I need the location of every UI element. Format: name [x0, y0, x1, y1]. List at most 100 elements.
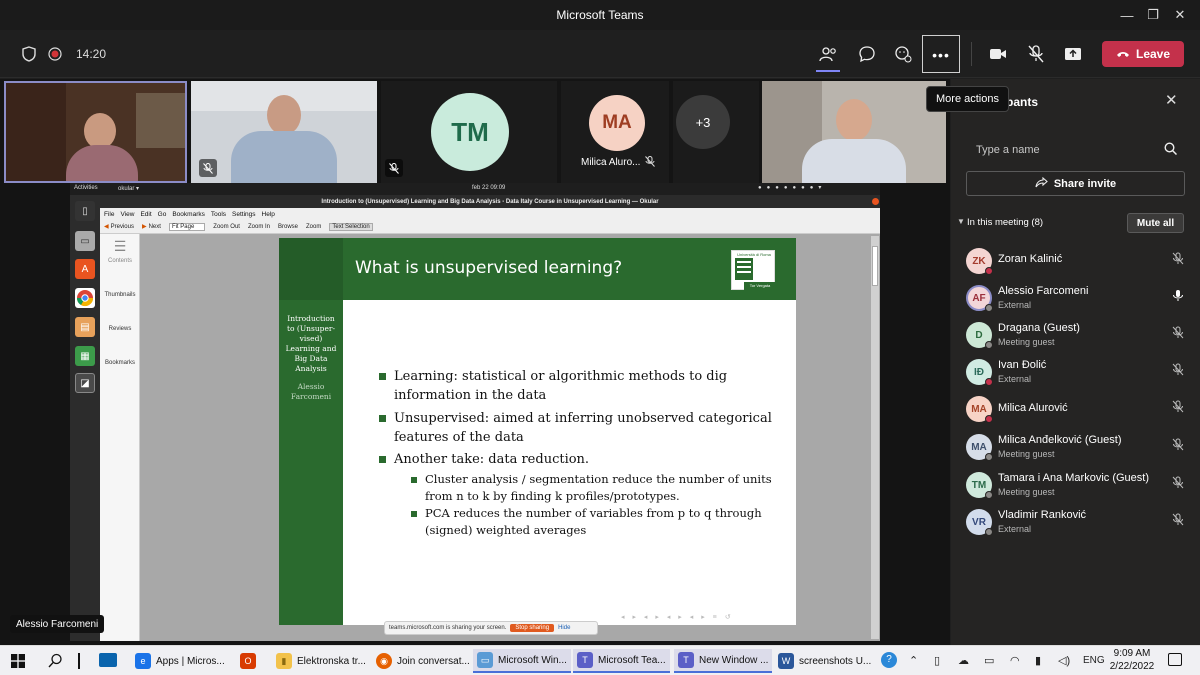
hide-button[interactable]: Hide — [558, 625, 570, 631]
mic-muted-icon[interactable] — [1172, 438, 1184, 454]
menu-edit[interactable]: Edit — [140, 211, 151, 218]
microphone-icon[interactable]: ▮ — [1035, 654, 1041, 667]
text-selection-button[interactable]: Text Selection — [329, 222, 373, 231]
files-icon[interactable]: ▭ — [75, 231, 95, 251]
mic-muted-icon[interactable] — [1172, 363, 1184, 379]
camera-icon[interactable] — [982, 38, 1014, 70]
mic-muted-icon[interactable] — [1172, 513, 1184, 529]
video-tile-avatar-ma[interactable]: MA Milica Aluro... — [561, 81, 669, 183]
chevron-up-icon[interactable]: ⌃ — [909, 654, 918, 667]
participant-row[interactable]: D Dragana (Guest) Meeting guest — [966, 319, 1186, 355]
taskbar-app-word[interactable]: W screenshots U... — [774, 649, 875, 673]
subbullet-1: Cluster analysis / segmentation reduce t… — [411, 471, 772, 505]
search-icon[interactable] — [48, 653, 63, 673]
menu-tools[interactable]: Tools — [211, 211, 226, 218]
reactions-icon[interactable] — [887, 38, 919, 70]
participant-row[interactable]: TM Tamara i Ana Markovic (Guest) Meeting… — [966, 469, 1186, 505]
chrome-icon[interactable] — [75, 288, 95, 308]
mic-muted-icon[interactable] — [1172, 476, 1184, 492]
scrollbar[interactable] — [871, 236, 879, 639]
taskbar-date[interactable]: 2/22/2022 — [1105, 661, 1159, 672]
fit-page-select[interactable]: Fit Page — [168, 222, 206, 231]
software-icon[interactable]: A — [75, 259, 95, 279]
okular-close-icon[interactable] — [872, 198, 879, 205]
participant-search-input[interactable]: Type a name — [966, 138, 1185, 164]
participant-row[interactable]: AF Alessio Farcomeni External — [966, 282, 1186, 318]
participant-row[interactable]: MA Milica Anđelković (Guest) Meeting gue… — [966, 431, 1186, 467]
menu-settings[interactable]: Settings — [232, 211, 256, 218]
menu-file[interactable]: File — [104, 211, 114, 218]
cloud-icon[interactable]: ☁ — [958, 654, 969, 667]
scrollbar-thumb[interactable] — [872, 246, 878, 286]
sidebar-thumbnails[interactable]: Thumbnails — [100, 292, 140, 298]
sidebar-reviews[interactable]: Reviews — [100, 326, 140, 332]
video-tile-participant-2[interactable] — [762, 81, 946, 183]
notifications-icon[interactable] — [1168, 653, 1182, 666]
okular-page-view[interactable]: What is unsupervised learning? Universit… — [140, 234, 880, 641]
okular-icon[interactable]: ◪ — [75, 373, 95, 393]
task-view-icon[interactable] — [78, 653, 80, 669]
battery-icon[interactable]: ▭ — [984, 654, 994, 667]
sidebar-bookmarks[interactable]: Bookmarks — [100, 360, 140, 366]
taskbar-app-office[interactable]: O — [236, 649, 260, 673]
search-icon[interactable] — [1164, 142, 1178, 160]
taskbar-app-edge[interactable]: e Apps | Micros... — [131, 649, 229, 673]
mute-all-button[interactable]: Mute all — [1127, 213, 1184, 233]
volume-icon[interactable]: ◁) — [1058, 654, 1070, 667]
wifi-icon[interactable]: ◠ — [1010, 654, 1020, 667]
previous-button[interactable]: Previous — [111, 224, 134, 230]
video-tile-overflow[interactable]: +3 — [673, 81, 759, 183]
sidebar-contents[interactable]: Contents — [100, 258, 140, 264]
next-button[interactable]: Next — [149, 224, 161, 230]
chat-icon[interactable] — [851, 38, 883, 70]
language-indicator[interactable]: ENG — [1083, 655, 1105, 666]
calc-icon[interactable]: ▦ — [75, 346, 95, 366]
video-tile-presenter[interactable] — [4, 81, 187, 183]
mic-on-icon[interactable] — [1172, 289, 1184, 305]
contents-icon[interactable]: ☰ — [100, 238, 140, 255]
shared-screen[interactable]: Activities okular ▾ feb 22 09:09 ●●●●●●●… — [70, 183, 880, 641]
video-tile-participant[interactable] — [191, 81, 377, 183]
mic-muted-icon[interactable] — [1020, 38, 1052, 70]
close-panel-icon[interactable]: ✕ — [1165, 91, 1178, 109]
mic-muted-icon[interactable] — [1172, 400, 1184, 416]
zoom-button[interactable]: Zoom — [306, 224, 321, 230]
tablet-icon[interactable]: ▯ — [934, 654, 940, 667]
participant-row[interactable]: IĐ Ivan Đolić External — [966, 356, 1186, 392]
taskbar-app-firefox[interactable]: ◉ Join conversat... — [372, 649, 474, 673]
taskbar-app-label: Microsoft Win... — [498, 654, 567, 666]
browse-button[interactable]: Browse — [278, 224, 298, 230]
taskbar-app-teams-new[interactable]: T New Window ... — [674, 649, 773, 673]
terminal-icon[interactable]: ▯ — [75, 201, 95, 221]
taskbar-app-label: New Window ... — [699, 654, 769, 666]
participant-row[interactable]: VR Vladimir Ranković External — [966, 506, 1186, 542]
share-screen-icon[interactable] — [1057, 38, 1089, 70]
taskbar-app-teams[interactable]: T Microsoft Tea... — [573, 649, 670, 673]
taskbar-app-explorer[interactable]: ▮ Elektronska tr... — [272, 649, 370, 673]
mail-icon[interactable] — [99, 653, 117, 667]
windows-start-icon[interactable] — [11, 654, 25, 673]
taskbar-time[interactable]: 9:09 AM — [1108, 648, 1156, 659]
zoom-out-button[interactable]: Zoom Out — [213, 224, 240, 230]
help-icon[interactable]: ? — [881, 652, 897, 668]
chevron-down-icon[interactable]: ▼ — [957, 217, 965, 226]
close-button[interactable]: ✕ — [1163, 0, 1197, 30]
more-actions-button[interactable]: ••• — [922, 35, 960, 73]
impress-icon[interactable]: ▤ — [75, 317, 95, 337]
menu-help[interactable]: Help — [262, 211, 275, 218]
participants-icon[interactable] — [812, 38, 844, 70]
video-tile-avatar-tm[interactable]: TM — [381, 81, 557, 183]
participant-row[interactable]: MA Milica Alurović — [966, 393, 1186, 429]
taskbar-app-windows[interactable]: ▭ Microsoft Win... — [473, 649, 571, 673]
participant-row[interactable]: ZK Zoran Kalinić — [966, 245, 1186, 281]
leave-button[interactable]: Leave — [1102, 41, 1184, 67]
menu-view[interactable]: View — [120, 211, 134, 218]
menu-go[interactable]: Go — [158, 211, 167, 218]
menu-bookmarks[interactable]: Bookmarks — [172, 211, 205, 218]
mic-muted-icon[interactable] — [1172, 252, 1184, 268]
zoom-in-button[interactable]: Zoom In — [248, 224, 270, 230]
stop-sharing-button[interactable]: Stop sharing — [510, 624, 555, 632]
share-invite-button[interactable]: Share invite — [966, 171, 1185, 196]
mic-muted-icon[interactable] — [1172, 326, 1184, 342]
beamer-nav-icons: ◂ ▸ ◂ ▸ ◂ ▸ ◂ ▸ ≡ ↺ — [621, 614, 734, 621]
